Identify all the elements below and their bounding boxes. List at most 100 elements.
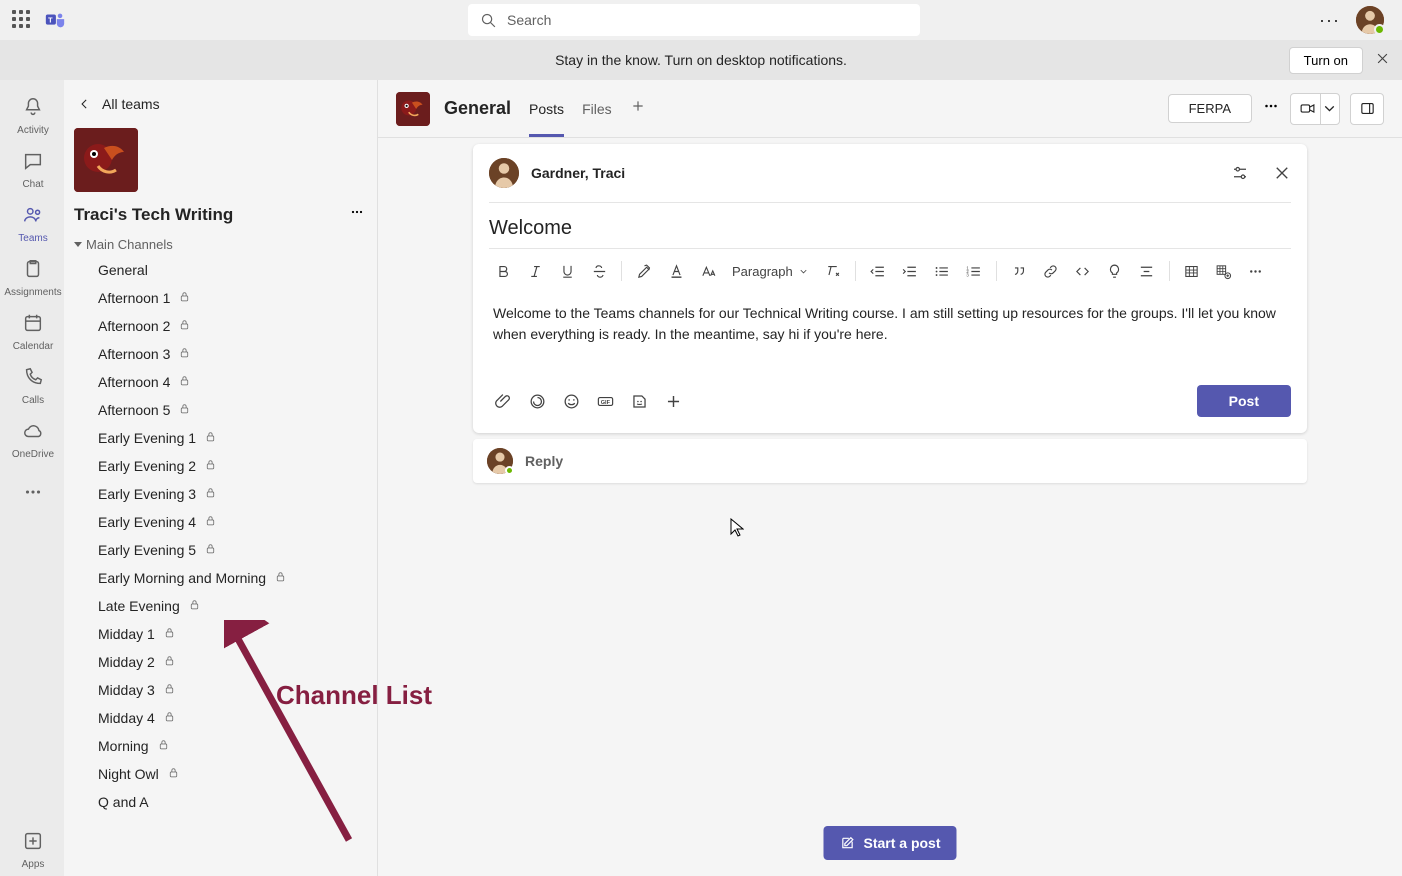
- channel-item[interactable]: Morning: [64, 732, 377, 760]
- post-options-icon[interactable]: [1231, 164, 1249, 182]
- team-more-button[interactable]: [349, 204, 365, 225]
- channel-item[interactable]: Early Morning and Morning: [64, 564, 377, 592]
- lock-icon: [204, 514, 217, 530]
- decrease-indent-button[interactable]: [864, 257, 892, 285]
- sticker-button[interactable]: [625, 387, 653, 415]
- chevron-down-icon: [798, 266, 809, 277]
- channel-item[interactable]: Early Evening 5: [64, 536, 377, 564]
- highlight-button[interactable]: [630, 257, 658, 285]
- turn-on-notifications-button[interactable]: Turn on: [1289, 47, 1363, 74]
- channel-label: Early Evening 2: [98, 458, 196, 474]
- back-to-all-teams[interactable]: All teams: [64, 80, 377, 128]
- channel-label: Afternoon 3: [98, 346, 170, 362]
- rail-calendar[interactable]: Calendar: [0, 306, 64, 358]
- font-size-button[interactable]: [694, 257, 722, 285]
- bulleted-list-button[interactable]: [928, 257, 956, 285]
- rail-apps[interactable]: Apps: [0, 824, 64, 876]
- settings-more-icon[interactable]: ···: [1319, 10, 1340, 31]
- back-label: All teams: [102, 96, 160, 112]
- increase-indent-button[interactable]: [896, 257, 924, 285]
- team-avatar[interactable]: [74, 128, 138, 192]
- channel-title: General: [444, 98, 511, 119]
- insert-idea-button[interactable]: [1101, 257, 1129, 285]
- lock-icon: [188, 598, 201, 614]
- bold-button[interactable]: [489, 257, 517, 285]
- rail-onedrive[interactable]: OneDrive: [0, 414, 64, 466]
- channel-label: Afternoon 5: [98, 402, 170, 418]
- toolbar-more-button[interactable]: [1242, 257, 1270, 285]
- channel-label: Afternoon 2: [98, 318, 170, 334]
- header-extension-button[interactable]: FERPA: [1168, 94, 1252, 123]
- search-input[interactable]: Search: [468, 4, 920, 36]
- tab-posts[interactable]: Posts: [529, 80, 564, 137]
- insert-table-button[interactable]: [1178, 257, 1206, 285]
- open-panel-button[interactable]: [1350, 93, 1384, 125]
- meet-button[interactable]: [1290, 93, 1340, 125]
- phone-icon: [22, 366, 44, 393]
- loop-component-button[interactable]: [523, 387, 551, 415]
- message-body-input[interactable]: Welcome to the Teams channels for our Te…: [473, 293, 1307, 375]
- numbered-list-button[interactable]: [960, 257, 988, 285]
- rail-chat[interactable]: Chat: [0, 144, 64, 196]
- add-tab-button[interactable]: [630, 98, 646, 119]
- rail-teams[interactable]: Teams: [0, 198, 64, 250]
- rail-assignments[interactable]: Assignments: [0, 252, 64, 304]
- clear-format-button[interactable]: [819, 257, 847, 285]
- channel-item[interactable]: Early Evening 4: [64, 508, 377, 536]
- paragraph-style-select[interactable]: Paragraph: [726, 264, 815, 279]
- font-color-button[interactable]: [662, 257, 690, 285]
- post-button[interactable]: Post: [1197, 385, 1291, 417]
- rail-activity[interactable]: Activity: [0, 90, 64, 142]
- channel-item[interactable]: Night Owl: [64, 760, 377, 788]
- rail-more[interactable]: [0, 468, 64, 520]
- lock-icon: [178, 374, 191, 390]
- lock-icon: [178, 290, 191, 306]
- channel-item[interactable]: Early Evening 3: [64, 480, 377, 508]
- align-button[interactable]: [1133, 257, 1161, 285]
- app-launcher-icon[interactable]: [12, 10, 32, 30]
- teams-logo-icon: [44, 9, 66, 31]
- channel-item[interactable]: Midday 1: [64, 620, 377, 648]
- channel-item[interactable]: Early Evening 1: [64, 424, 377, 452]
- attach-button[interactable]: [489, 387, 517, 415]
- code-button[interactable]: [1069, 257, 1097, 285]
- close-compose-icon[interactable]: [1273, 164, 1291, 182]
- calendar-icon: [22, 312, 44, 339]
- underline-button[interactable]: [553, 257, 581, 285]
- quote-button[interactable]: [1005, 257, 1033, 285]
- start-a-post-button[interactable]: Start a post: [823, 826, 956, 860]
- channel-item[interactable]: Late Evening: [64, 592, 377, 620]
- lock-icon: [204, 430, 217, 446]
- search-placeholder: Search: [507, 12, 551, 28]
- header-more-button[interactable]: [1262, 97, 1280, 120]
- channel-item[interactable]: Midday 3: [64, 676, 377, 704]
- rail-calls[interactable]: Calls: [0, 360, 64, 412]
- channel-item[interactable]: General: [64, 256, 377, 284]
- reply-input[interactable]: Reply: [473, 439, 1307, 483]
- gif-button[interactable]: [591, 387, 619, 415]
- channel-item[interactable]: Afternoon 3: [64, 340, 377, 368]
- link-button[interactable]: [1037, 257, 1065, 285]
- tab-files[interactable]: Files: [582, 80, 612, 137]
- emoji-button[interactable]: [557, 387, 585, 415]
- channel-section-toggle[interactable]: Main Channels: [64, 233, 377, 256]
- channel-item[interactable]: Afternoon 5: [64, 396, 377, 424]
- channel-label: Afternoon 1: [98, 290, 170, 306]
- channel-item[interactable]: Afternoon 2: [64, 312, 377, 340]
- strike-button[interactable]: [585, 257, 613, 285]
- channel-item[interactable]: Afternoon 4: [64, 368, 377, 396]
- italic-button[interactable]: [521, 257, 549, 285]
- dismiss-notification-button[interactable]: [1375, 51, 1390, 69]
- lock-icon: [274, 570, 287, 586]
- channel-item[interactable]: Midday 2: [64, 648, 377, 676]
- channel-item[interactable]: Midday 4: [64, 704, 377, 732]
- channel-item[interactable]: Q and A: [64, 788, 377, 816]
- current-user-avatar[interactable]: [1356, 6, 1384, 34]
- lock-icon: [204, 542, 217, 558]
- more-extensions-button[interactable]: [659, 387, 687, 415]
- channel-item[interactable]: Afternoon 1: [64, 284, 377, 312]
- insert-table-plus-button[interactable]: [1210, 257, 1238, 285]
- lock-icon: [178, 402, 191, 418]
- channel-item[interactable]: Early Evening 2: [64, 452, 377, 480]
- subject-input[interactable]: Welcome: [473, 203, 1307, 248]
